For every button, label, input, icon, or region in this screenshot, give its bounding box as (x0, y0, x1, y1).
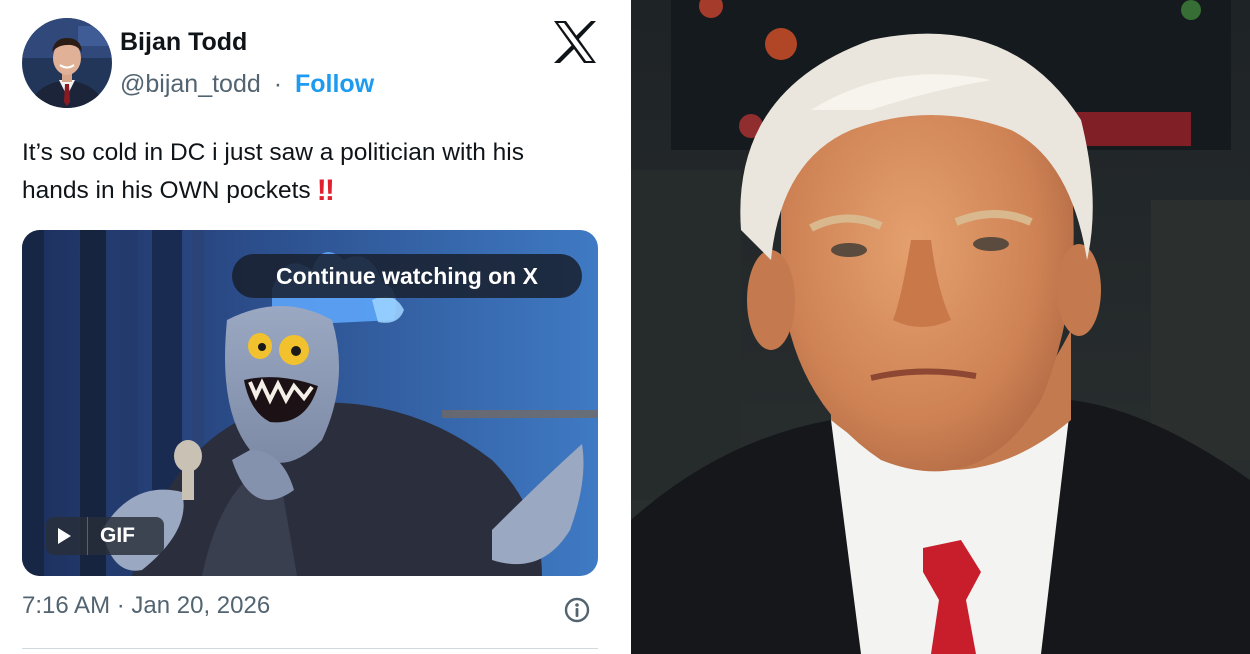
display-name[interactable]: Bijan Todd (120, 28, 247, 57)
x-logo-icon[interactable] (552, 20, 598, 64)
avatar-photo (22, 18, 112, 108)
handle-separator: · (273, 70, 283, 98)
follow-button[interactable]: Follow (295, 70, 374, 98)
avatar[interactable] (22, 18, 112, 108)
handle-row: @bijan_todd · Follow (120, 70, 374, 99)
panel-divider (617, 0, 631, 654)
tweet-body: It’s so cold in DC i just saw a politici… (22, 139, 524, 204)
gif-media[interactable]: Continue watching on X GIF (22, 230, 598, 576)
play-icon (58, 528, 71, 544)
info-icon[interactable] (564, 597, 590, 623)
gif-badge[interactable]: GIF (46, 517, 164, 555)
tweet-timestamp[interactable]: 7:16 AM · Jan 20, 2026 (22, 592, 270, 620)
double-exclamation-emoji: ‼ (316, 174, 335, 207)
man-in-red-tie-portrait (631, 0, 1250, 654)
tweet-card: Bijan Todd @bijan_todd · Follow It’s so … (0, 0, 617, 654)
card-divider (22, 648, 598, 649)
gif-badge-divider (87, 517, 88, 555)
tweet-text: It’s so cold in DC i just saw a politici… (22, 134, 592, 210)
gif-label: GIF (100, 524, 135, 547)
portrait-photo (631, 0, 1250, 654)
continue-watching-button[interactable]: Continue watching on X (232, 254, 582, 298)
user-handle[interactable]: @bijan_todd (120, 70, 261, 98)
